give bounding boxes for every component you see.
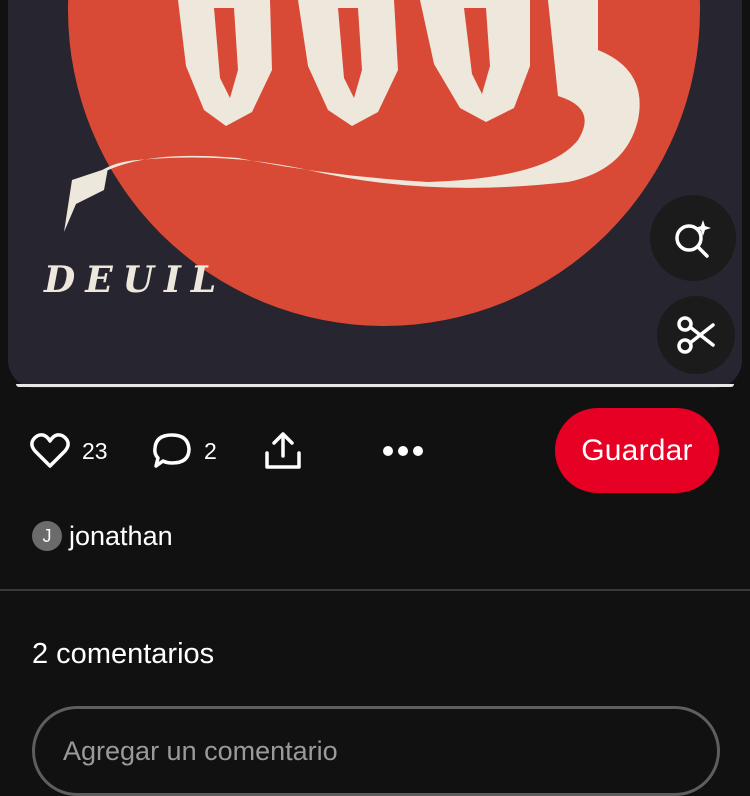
author-name: jonathan [69, 520, 173, 551]
comment-bubble-icon [153, 433, 191, 468]
save-button[interactable]: Guardar [555, 408, 719, 493]
more-options-button[interactable] [382, 408, 424, 494]
like-button[interactable]: 23 [30, 408, 108, 494]
ellipsis-icon [383, 446, 423, 456]
section-divider [0, 589, 750, 591]
pin-image-edge [16, 384, 734, 387]
comment-button[interactable]: 2 [152, 408, 217, 494]
pin-action-bar: 23 2 Guardar [0, 408, 750, 494]
share-button[interactable] [264, 408, 302, 494]
pin-artwork: DEUIL [8, 0, 742, 388]
cutout-button[interactable] [657, 296, 735, 374]
search-sparkle-icon [675, 220, 711, 258]
like-count: 23 [82, 437, 108, 464]
avatar: J [32, 521, 62, 551]
heart-icon [30, 433, 70, 468]
pin-image[interactable]: DEUIL [8, 0, 742, 388]
scissors-icon [677, 316, 715, 354]
pin-caption: DEUIL [43, 259, 226, 301]
share-upload-icon [265, 432, 301, 469]
pin-author[interactable]: J jonathan [32, 519, 173, 553]
comment-input[interactable] [32, 706, 720, 796]
visual-search-button[interactable] [650, 195, 736, 281]
comments-heading: 2 comentarios [32, 638, 215, 670]
comment-count: 2 [204, 437, 217, 464]
